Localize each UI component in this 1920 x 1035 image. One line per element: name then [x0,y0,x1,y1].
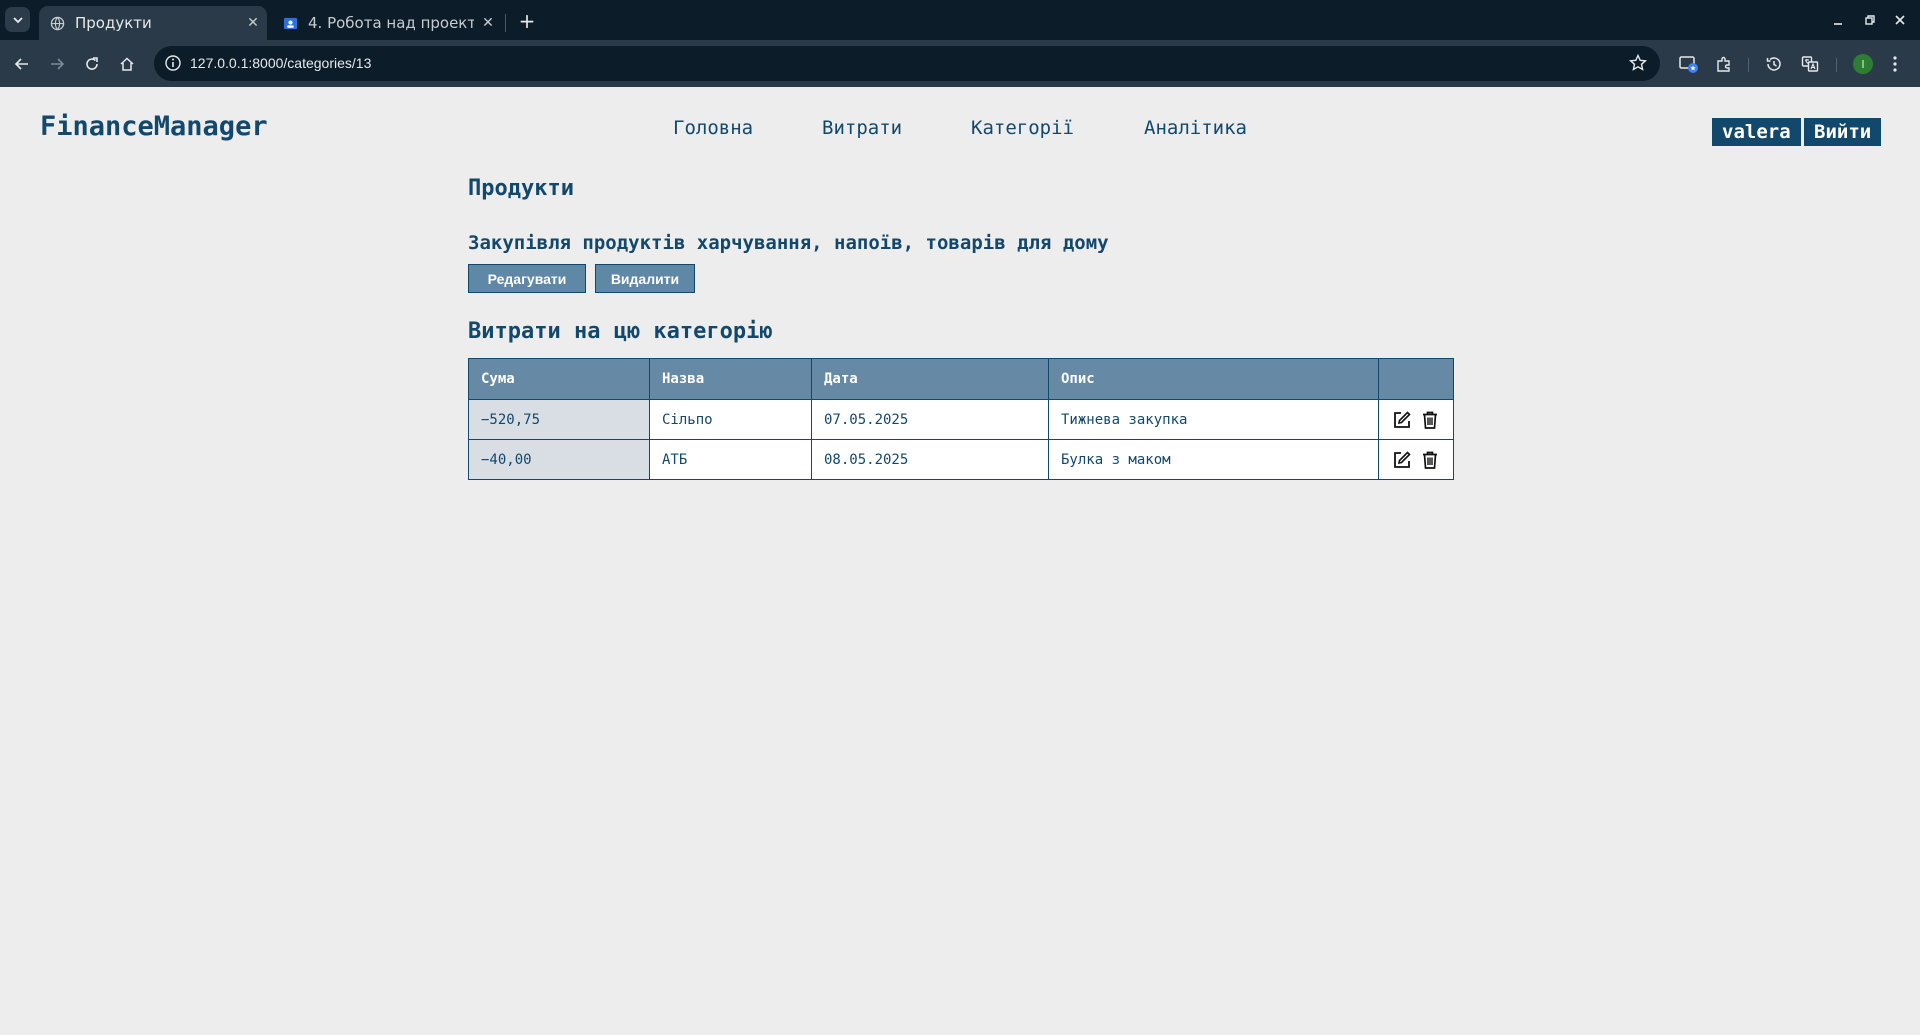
column-header-actions [1378,358,1454,400]
profile-avatar[interactable]: I [1853,54,1873,74]
nav-link-categories[interactable]: Категорії [971,117,1074,139]
tab-active[interactable]: Продукти ✕ [39,6,267,40]
tab-close-icon[interactable]: ✕ [474,15,502,31]
table-header-row: Сума Назва Дата Опис [468,358,1454,400]
expense-amount: −40,00 [468,439,650,480]
kebab-menu-icon[interactable] [1883,52,1907,76]
edit-icon[interactable] [1391,409,1413,431]
expense-description: Тижнева закупка [1048,399,1379,440]
expense-amount: −520,75 [468,399,650,440]
page-content: FinanceManager Головна Витрати Категорії… [0,87,1920,1035]
expenses-section-title: Витрати на цю категорію [468,319,773,344]
column-header-description: Опис [1048,358,1379,400]
edit-category-button[interactable]: Редагувати [468,264,586,293]
toolbar-separator [1836,58,1837,72]
expense-name: Сільпо [649,399,812,440]
globe-icon [49,15,65,31]
column-header-name: Назва [649,358,812,400]
classroom-icon [282,15,298,31]
nav-link-expenses[interactable]: Витрати [822,117,902,139]
tab-list-chevron-icon[interactable] [5,7,30,32]
minimize-icon[interactable] [1822,8,1854,32]
browser-tab-bar: Продукти ✕ 4. Робота над проектом ✕ + [0,0,1920,40]
toolbar-separator [1748,58,1749,72]
expense-description: Булка з маком [1048,439,1379,480]
app-logo[interactable]: FinanceManager [40,111,268,142]
nav-link-home[interactable]: Головна [673,117,753,139]
tab-title: Продукти [75,14,152,32]
reload-icon[interactable] [78,50,106,78]
category-title: Продукти [468,176,574,201]
browser-toolbar: 127.0.0.1:8000/categories/13 I [0,40,1920,87]
expenses-table: Сума Назва Дата Опис −520,75 Сільпо 07.0… [468,358,1454,480]
translate-icon[interactable] [1798,52,1822,76]
tab-close-icon[interactable]: ✕ [239,15,267,31]
column-header-amount: Сума [468,358,650,400]
nav-link-analytics[interactable]: Аналітика [1144,117,1247,139]
tab-title: 4. Робота над проектом [308,14,474,32]
table-row: −520,75 Сільпо 07.05.2025 Тижнева закупк… [468,399,1454,440]
url-text: 127.0.0.1:8000/categories/13 [190,55,372,71]
back-arrow-icon[interactable] [8,50,36,78]
expense-name: АТБ [649,439,812,480]
bookmark-star-icon[interactable] [1628,53,1648,73]
new-tab-plus-icon[interactable]: + [513,8,541,34]
tab-inactive[interactable]: 4. Робота над проектом ✕ [272,6,502,40]
trash-icon[interactable] [1419,449,1441,471]
table-row: −40,00 АТБ 08.05.2025 Булка з маком [468,439,1454,480]
expense-date: 08.05.2025 [811,439,1049,480]
column-header-date: Дата [811,358,1049,400]
history-icon[interactable] [1762,52,1786,76]
expense-actions [1378,439,1454,480]
address-bar[interactable]: 127.0.0.1:8000/categories/13 [154,46,1660,81]
category-description: Закупівля продуктів харчування, напоїв, … [468,232,1109,254]
extensions-puzzle-icon[interactable] [1712,52,1736,76]
expense-date: 07.05.2025 [811,399,1049,440]
tab-separator [505,14,506,32]
site-info-icon[interactable] [164,54,182,72]
cast-extension-icon[interactable] [1677,52,1701,76]
home-icon[interactable] [113,50,141,78]
username-badge[interactable]: valera [1712,118,1801,146]
logout-button[interactable]: Вийти [1804,118,1882,146]
close-window-icon[interactable] [1884,8,1916,32]
forward-arrow-icon[interactable] [43,50,71,78]
delete-category-button[interactable]: Видалити [595,264,695,293]
restore-icon[interactable] [1854,8,1886,32]
expense-actions [1378,399,1454,440]
edit-icon[interactable] [1391,449,1413,471]
trash-icon[interactable] [1419,409,1441,431]
